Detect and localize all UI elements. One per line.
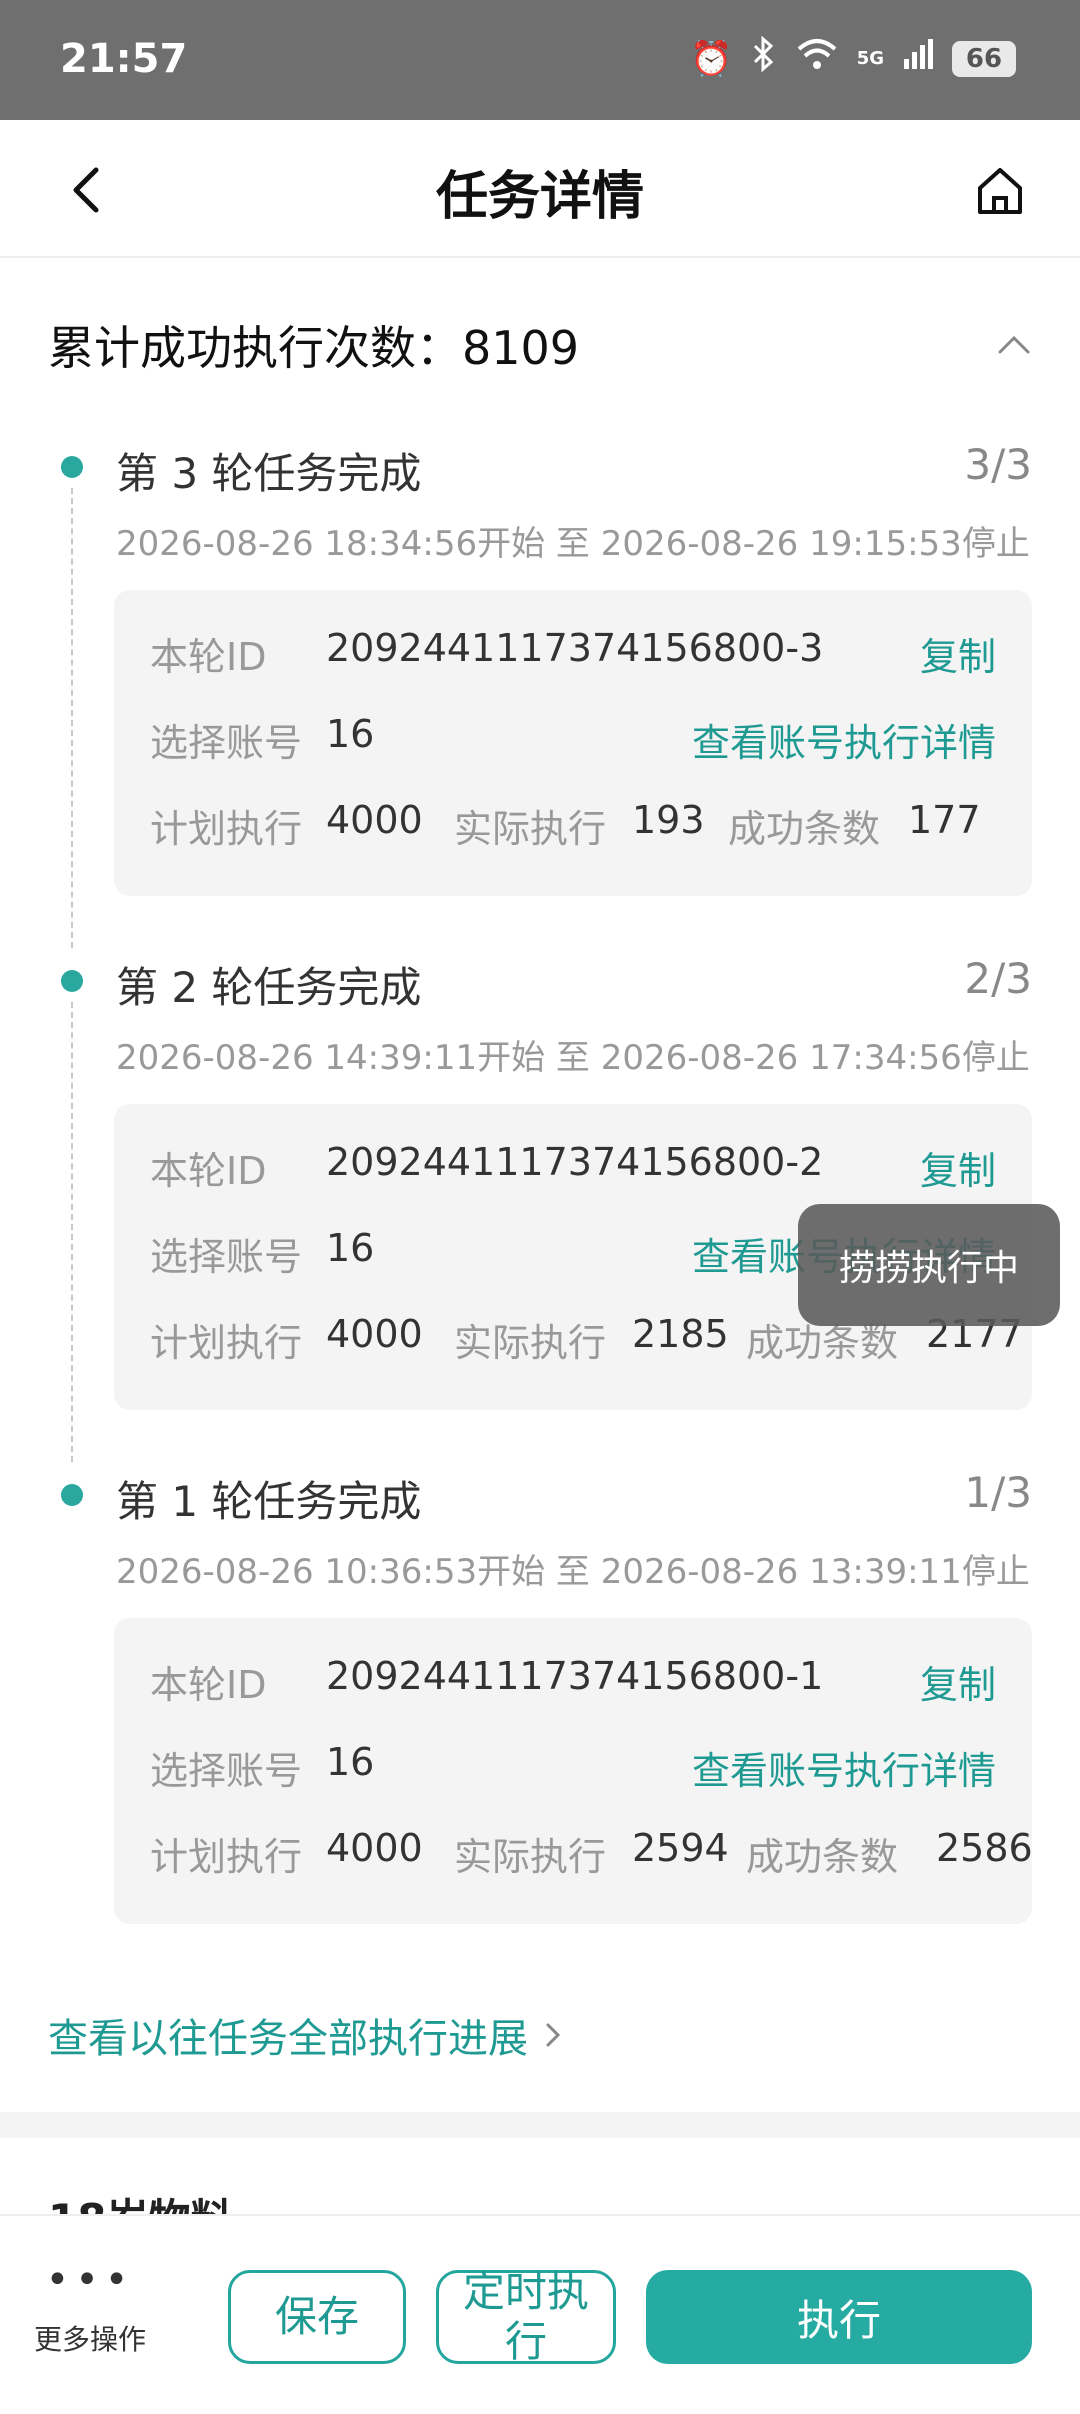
round-count: 2/3 xyxy=(964,954,1032,1003)
section-divider xyxy=(0,2112,1080,2138)
status-bar: 21:57 ⏰ 5G 66 xyxy=(0,0,1080,120)
toast-message: 捞捞执行中 xyxy=(798,1204,1060,1326)
view-account-details-link[interactable]: 查看账号执行详情 xyxy=(692,712,996,767)
actual-label: 实际执行 xyxy=(454,1835,607,1879)
success-label: 成功条数 xyxy=(746,1835,899,1879)
signal-label: 5G xyxy=(856,48,884,69)
execution-stats-row: 计划执行 4000 实际执行 2594 成功条数 2586 xyxy=(150,1826,1033,1879)
wifi-icon xyxy=(795,37,839,80)
scheduled-run-button[interactable]: 定时执行 xyxy=(436,2267,616,2366)
round-title: 第 2 轮任务完成 xyxy=(116,963,422,1012)
round-time-range: 2026-08-26 18:34:56开始 至 2026-08-26 19:15… xyxy=(116,524,1030,564)
round-id-label: 本轮ID xyxy=(150,635,267,679)
round-id-value: 2092441117374156800-2 xyxy=(326,1140,824,1184)
account-label: 选择账号 xyxy=(150,1235,303,1279)
actual-value: 193 xyxy=(632,798,705,842)
account-label: 选择账号 xyxy=(150,721,303,765)
status-time: 21:57 xyxy=(60,36,188,82)
plan-value: 4000 xyxy=(326,1826,423,1870)
round-time-range: 2026-08-26 14:39:11开始 至 2026-08-26 17:34… xyxy=(116,1038,1030,1078)
collapse-button[interactable] xyxy=(990,320,1038,368)
timeline-dot xyxy=(61,456,83,478)
copy-button[interactable]: 复制 xyxy=(920,1654,996,1709)
round-title: 第 3 轮任务完成 xyxy=(116,449,422,498)
actual-value: 2594 xyxy=(632,1826,729,1870)
round-time-range: 2026-08-26 10:36:53开始 至 2026-08-26 13:39… xyxy=(116,1552,1030,1592)
bluetooth-icon xyxy=(751,35,777,81)
account-value: 16 xyxy=(326,1740,375,1784)
signal-icon xyxy=(902,37,934,80)
chevron-right-icon xyxy=(546,2023,561,2047)
round-id-value: 2092441117374156800-3 xyxy=(326,626,824,670)
copy-button[interactable]: 复制 xyxy=(920,1140,996,1195)
more-actions-button[interactable]: ••• 更多操作 xyxy=(28,2260,152,2358)
chevron-up-icon xyxy=(998,335,1030,354)
actual-value: 2185 xyxy=(632,1312,729,1356)
bottom-action-bar: ••• 更多操作 保存 定时执行 执行 xyxy=(0,2214,1080,2414)
timeline-dot xyxy=(61,1484,83,1506)
timeline-line xyxy=(71,488,73,948)
round-count: 1/3 xyxy=(964,1468,1032,1517)
success-value: 2586 xyxy=(936,1826,1033,1870)
round-id-label: 本轮ID xyxy=(150,1663,267,1707)
more-dots-icon: ••• xyxy=(45,2257,135,2303)
timeline-dot xyxy=(61,970,83,992)
plan-label: 计划执行 xyxy=(150,1835,303,1879)
round-id-row: 本轮ID 2092441117374156800-1 复制 xyxy=(150,1654,996,1707)
navbar: 任务详情 xyxy=(0,120,1080,258)
home-icon xyxy=(978,168,1022,214)
execution-stats-row: 计划执行 4000 实际执行 193 成功条数 177 xyxy=(150,798,996,851)
plan-value: 4000 xyxy=(326,798,423,842)
home-button[interactable] xyxy=(970,160,1030,220)
alarm-icon: ⏰ xyxy=(690,38,733,79)
copy-button[interactable]: 复制 xyxy=(920,626,996,681)
account-row: 选择账号 16 查看账号执行详情 xyxy=(150,1740,996,1793)
round-count: 3/3 xyxy=(964,440,1032,489)
battery-icon: 66 xyxy=(952,40,1016,77)
account-value: 16 xyxy=(326,712,375,756)
run-button[interactable]: 执行 xyxy=(646,2270,1032,2364)
success-value: 177 xyxy=(908,798,981,842)
total-success-count: 累计成功执行次数：8109 xyxy=(48,321,580,375)
account-label: 选择账号 xyxy=(150,1749,303,1793)
plan-value: 4000 xyxy=(326,1312,423,1356)
view-account-details-link[interactable]: 查看账号执行详情 xyxy=(692,1740,996,1795)
round-id-value: 2092441117374156800-1 xyxy=(326,1654,824,1698)
round-id-row: 本轮ID 2092441117374156800-3 复制 xyxy=(150,626,996,679)
round-id-row: 本轮ID 2092441117374156800-2 复制 xyxy=(150,1140,996,1193)
success-label: 成功条数 xyxy=(728,807,881,851)
view-all-progress-label: 查看以往任务全部执行进展 xyxy=(48,2016,528,2062)
round-title: 第 1 轮任务完成 xyxy=(116,1477,422,1526)
more-actions-label: 更多操作 xyxy=(33,2323,146,2356)
timeline-line xyxy=(71,1002,73,1462)
round-id-label: 本轮ID xyxy=(150,1149,267,1193)
account-value: 16 xyxy=(326,1226,375,1270)
plan-label: 计划执行 xyxy=(150,1321,303,1365)
round-card: 本轮ID 2092441117374156800-3 复制 选择账号 16 查看… xyxy=(114,590,1032,896)
account-row: 选择账号 16 查看账号执行详情 xyxy=(150,712,996,765)
status-icons: ⏰ 5G 66 xyxy=(690,35,1016,81)
save-button[interactable]: 保存 xyxy=(228,2270,406,2364)
actual-label: 实际执行 xyxy=(454,1321,607,1365)
actual-label: 实际执行 xyxy=(454,807,607,851)
page-title: 任务详情 xyxy=(435,167,644,227)
round-card: 本轮ID 2092441117374156800-1 复制 选择账号 16 查看… xyxy=(114,1618,1033,1924)
view-all-progress-link[interactable]: 查看以往任务全部执行进展 xyxy=(48,2006,568,2064)
plan-label: 计划执行 xyxy=(150,807,303,851)
